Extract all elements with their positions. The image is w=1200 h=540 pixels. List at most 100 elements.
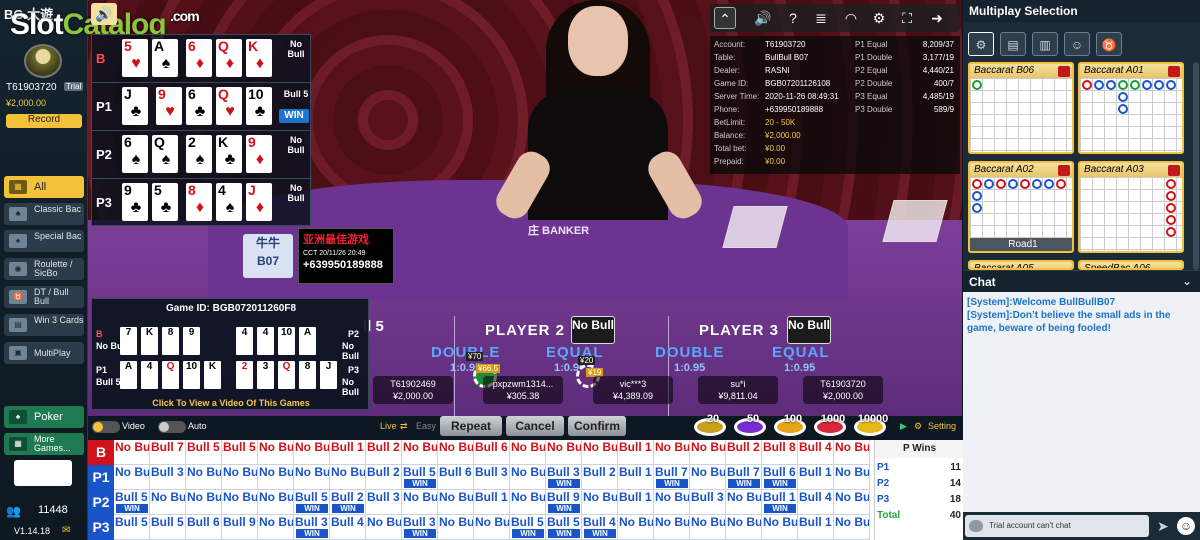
sound-icon[interactable]: 🔊 bbox=[752, 7, 774, 29]
gear-icon[interactable]: ⚙ bbox=[968, 32, 994, 56]
hand-row-p3: P3 9 ♣ 5 ♣ 8 ♦ 4 ♠ J ♦ No Bull bbox=[92, 179, 312, 227]
sidebar-item-poker[interactable]: ♠ Poker bbox=[4, 406, 84, 428]
sidebar-item-win3-cards[interactable]: ▤ Win 3 Cards bbox=[4, 314, 84, 336]
sidebar-item-all[interactable]: ▦ All bbox=[4, 176, 84, 198]
win-badge: WIN bbox=[296, 529, 328, 538]
roadmap-cell: Bull 2 bbox=[582, 465, 618, 490]
setting-icon[interactable]: ⚙ bbox=[914, 421, 922, 432]
chip-50[interactable]: 50 bbox=[734, 413, 766, 436]
setting-label[interactable]: Setting bbox=[928, 421, 956, 431]
roadmap-cell: Bull 3 bbox=[474, 465, 510, 490]
hand-results-panel: B 5 ♥ A ♠ 6 ♦ Q ♦ K ♦ No Bull P1 J ♣ 9 ♥ 6 ♣ Q ♥ … bbox=[91, 34, 312, 227]
playing-card: Q ♠ bbox=[152, 135, 178, 173]
table-tile[interactable]: Baccarat A02 Road1 bbox=[968, 161, 1074, 253]
roadmap-cell: Bull 2 bbox=[366, 440, 402, 465]
swap-icon[interactable]: ⇄ bbox=[400, 421, 408, 432]
table-tile[interactable]: Baccarat A01 bbox=[1078, 62, 1184, 154]
chip-100[interactable]: 100 bbox=[774, 413, 806, 436]
list-icon[interactable]: ≣ bbox=[810, 7, 832, 29]
mobile-qr-thumb[interactable] bbox=[14, 460, 72, 486]
cards-icon[interactable]: ▥ bbox=[1032, 32, 1058, 56]
win-badge: WIN bbox=[548, 479, 580, 488]
cancel-button[interactable]: Cancel bbox=[506, 416, 564, 436]
chat-input[interactable]: Trial account can't chat bbox=[965, 515, 1149, 537]
table-tile[interactable]: Baccarat B06 bbox=[968, 62, 1074, 154]
seat-2: pxpzwm1314... ¥305.38 bbox=[483, 376, 563, 404]
info-prepaid: ¥0.00 bbox=[765, 157, 786, 166]
volume-icon[interactable]: 🔊 bbox=[91, 3, 117, 25]
mail-icon[interactable]: ✉ bbox=[62, 525, 70, 536]
road1-label[interactable]: Road1 bbox=[970, 238, 1072, 251]
user-id: T61903720 bbox=[6, 82, 57, 93]
trial-badge: Trial bbox=[64, 82, 84, 91]
p3-equal-odds: 1:0.95 bbox=[784, 362, 816, 374]
roadmap-cell: No Bull bbox=[438, 515, 474, 540]
scrollbar[interactable] bbox=[1193, 62, 1199, 270]
hand-result: No Bull bbox=[287, 39, 305, 59]
chat-header: Chat ⌄ bbox=[963, 270, 1200, 292]
fullscreen-icon[interactable]: ⛶ bbox=[896, 7, 918, 29]
player3-result: No Bull bbox=[787, 316, 831, 344]
playing-card: 9 ♦ bbox=[246, 135, 272, 173]
chip-1000[interactable]: 1000 bbox=[814, 413, 846, 436]
gear-icon[interactable]: ⚙ bbox=[868, 7, 890, 29]
confirm-button[interactable]: Confirm bbox=[568, 416, 626, 436]
view-video-link[interactable]: Click To View a Video Of This Games bbox=[92, 398, 370, 408]
easy-label[interactable]: Easy bbox=[416, 421, 436, 431]
roadmap-cell: Bull 7 WIN bbox=[726, 465, 762, 490]
collapse-icon[interactable]: ⌃ bbox=[714, 7, 736, 29]
wifi-icon[interactable]: ◠ bbox=[840, 7, 862, 29]
record-button[interactable]: Record bbox=[6, 114, 82, 128]
exit-icon[interactable]: ➜ bbox=[926, 7, 948, 29]
table-tile[interactable]: Baccarat A03 bbox=[1078, 161, 1184, 253]
chip-20[interactable]: 20 bbox=[694, 413, 726, 436]
sidebar-item-special-bac[interactable]: ♠ Special Bac bbox=[4, 230, 84, 252]
chevron-down-icon[interactable]: ⌄ bbox=[1182, 274, 1192, 288]
roadmap-cell: Bull 6 bbox=[186, 515, 222, 540]
mini-card: 4 bbox=[257, 327, 274, 355]
avatar[interactable] bbox=[24, 44, 62, 78]
gid-p1-result: Bull 5 bbox=[96, 377, 121, 387]
repeat-button[interactable]: Repeat bbox=[440, 416, 502, 436]
poker-icon: ♠ bbox=[9, 410, 27, 424]
sidebar: BG 大遊 T61903720 Trial ¥2,000.00 Record ▦… bbox=[0, 0, 88, 540]
video-toggle[interactable] bbox=[92, 421, 120, 433]
auto-toggle[interactable] bbox=[158, 421, 186, 433]
roadmap-cell: Bull 2 bbox=[366, 465, 402, 490]
bull-icon[interactable]: ♉ bbox=[1096, 32, 1122, 56]
mini-card: 8 bbox=[299, 361, 316, 389]
emoji-icon[interactable]: ☺ bbox=[1177, 517, 1195, 535]
roadmap-cell: No Bull bbox=[618, 515, 654, 540]
send-icon[interactable]: ➤ bbox=[1157, 519, 1173, 533]
info-account: T61903720 bbox=[765, 40, 806, 49]
mini-card: 4 bbox=[236, 327, 253, 355]
p-wins-row: P2 14 bbox=[877, 478, 961, 489]
sidebar-item-dt-bull[interactable]: ♉ DT / Bull Bull bbox=[4, 286, 84, 308]
sidebar-item-classic-bac[interactable]: ♣ Classic Bac bbox=[4, 203, 84, 225]
chip-amount: ¥66.5 bbox=[476, 364, 501, 373]
play-icon[interactable]: ▶ bbox=[900, 421, 907, 432]
roadmap-cell: No Bull bbox=[438, 440, 474, 465]
roadmap-cell: Bull 8 bbox=[762, 440, 798, 465]
sidebar-footer: 👥 11448 V1.14.18 ✉ bbox=[0, 498, 88, 540]
online-count: 11448 bbox=[38, 504, 68, 516]
p3-equal-bet[interactable]: EQUAL bbox=[772, 344, 830, 361]
sidebar-item-multiplay[interactable]: ▣ MultiPlay bbox=[4, 342, 84, 364]
gid-p2-result: No Bull bbox=[342, 341, 359, 361]
table-tile[interactable]: SpeedBac A06 bbox=[1078, 260, 1184, 270]
info-totalbet: ¥0.00 bbox=[765, 144, 786, 153]
roadmap-cell: Bull 1 WIN bbox=[762, 490, 798, 515]
win-badge: WIN bbox=[332, 504, 364, 513]
sidebar-item-more-games[interactable]: ▦ More Games... bbox=[4, 433, 84, 455]
help-icon[interactable]: ? bbox=[782, 7, 804, 29]
roadmap-cell: No Bull bbox=[258, 515, 294, 540]
p3-double-bet[interactable]: DOUBLE bbox=[655, 344, 724, 361]
table-tile[interactable]: Baccarat A05 bbox=[968, 260, 1074, 270]
baccarat-icon[interactable]: ▤ bbox=[1000, 32, 1026, 56]
chip-10000[interactable]: 10000 bbox=[854, 413, 888, 436]
dealer-icon[interactable]: ☺ bbox=[1064, 32, 1090, 56]
mini-card: 2 bbox=[236, 361, 253, 389]
seat-4: su*i ¥9,811.04 bbox=[698, 376, 778, 404]
sidebar-item-roulette-sicbo[interactable]: ◉ Roulette / SicBo bbox=[4, 258, 84, 280]
game-history-panel[interactable]: Game ID: BGB072011260F8 B No Bull P1 Bul… bbox=[91, 298, 369, 410]
